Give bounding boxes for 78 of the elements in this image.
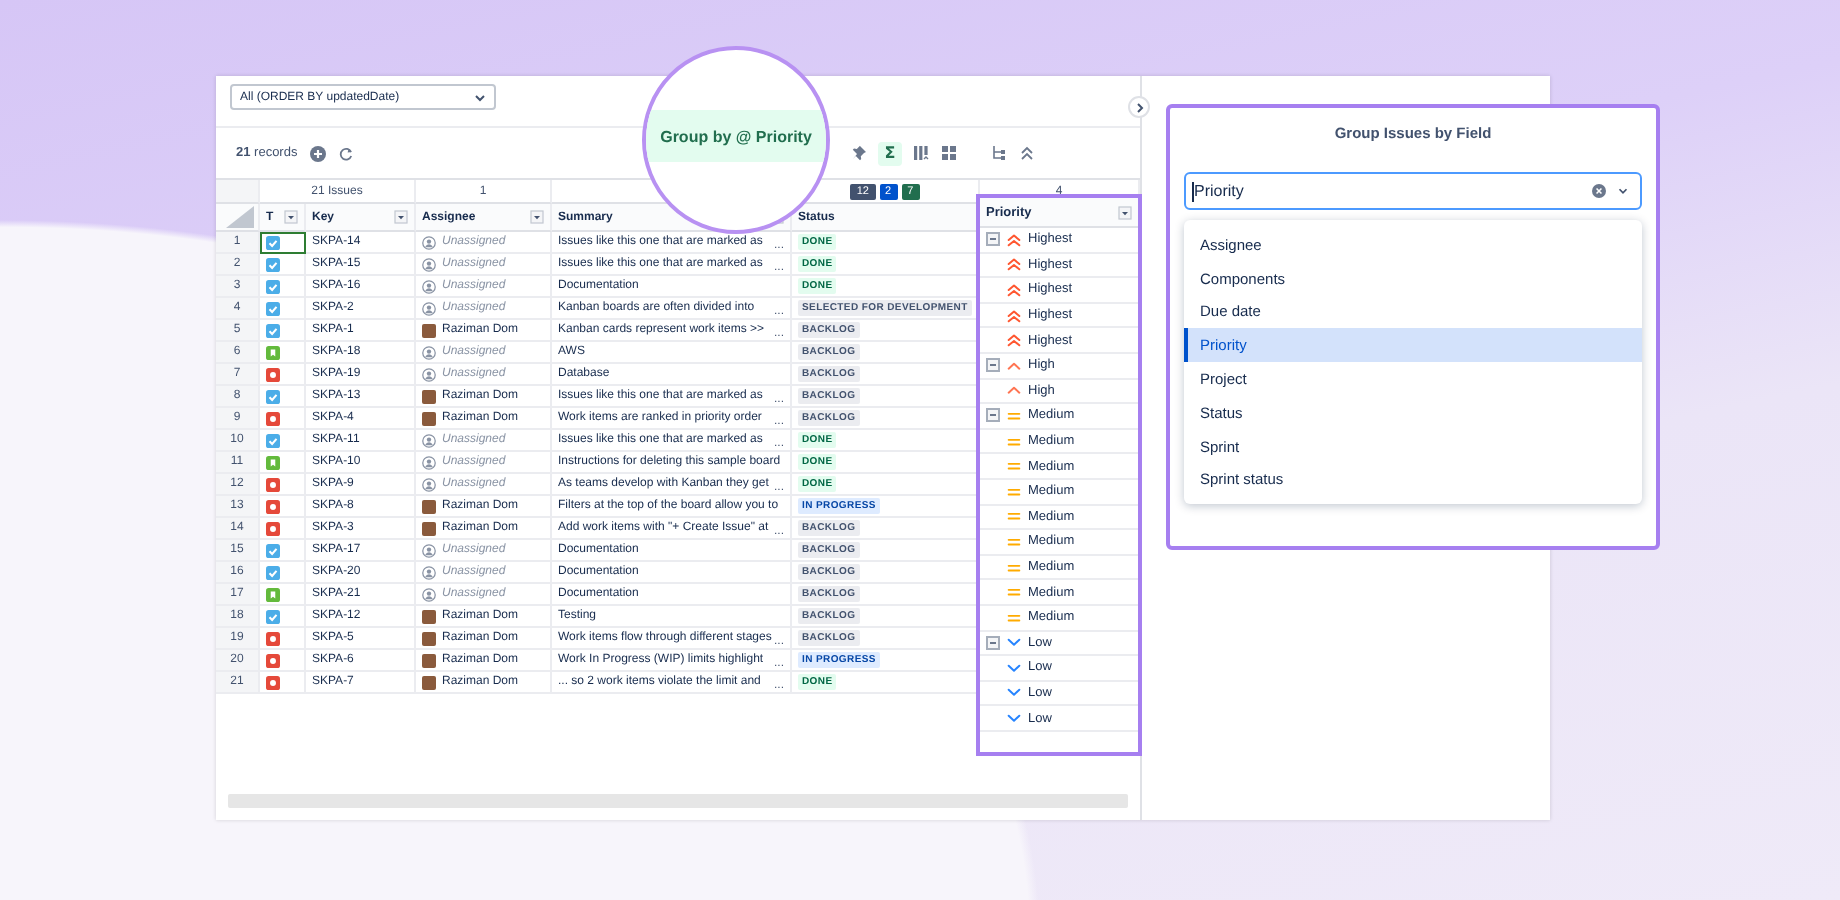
type-cell[interactable] [260,474,306,496]
double-chevron-up-icon [1006,332,1022,349]
type-cell[interactable] [260,408,306,430]
pin-icon [850,144,868,162]
refresh-icon [337,145,354,161]
bug-icon [266,631,280,645]
caret-icon [1118,205,1132,219]
equals-icon [1006,433,1022,450]
collapse-toggle[interactable] [986,408,1000,423]
add-circle-icon [309,145,326,161]
type-cell[interactable] [260,342,306,364]
collapse-button[interactable] [1128,96,1150,118]
select-all-corner-icon [222,206,254,228]
equals-icon [1006,458,1022,475]
checkbox-task-icon [266,565,280,579]
bug-icon [266,675,280,689]
bookmark-icon [266,455,280,469]
checkbox-task-icon [266,235,280,249]
double-chevron-up-icon [1006,307,1022,324]
group-by-button[interactable]: Group by @ Priority [646,110,826,162]
collapse-toggle[interactable] [986,635,1000,650]
grid-icon [940,144,958,162]
checkbox-task-icon [266,323,280,337]
checkbox-task-icon [266,301,280,315]
type-cell[interactable] [260,672,306,694]
type-cell[interactable] [260,496,306,518]
bug-icon [266,521,280,535]
type-cell[interactable] [260,254,306,276]
bug-icon [266,477,280,491]
checkbox-task-icon [266,433,280,447]
sum-button[interactable]: Σ [878,141,902,165]
bookmark-icon [266,345,280,359]
bug-icon [266,411,280,425]
equals-icon [1006,533,1022,550]
equals-icon [1006,407,1022,424]
bug-icon [266,367,280,381]
chevron-down-icon [1616,184,1630,198]
type-cell[interactable] [260,298,306,320]
type-cell[interactable] [260,386,306,408]
clear-icon [1592,184,1606,198]
type-cell[interactable] [260,584,306,606]
bookmark-icon [266,587,280,601]
equals-icon [1006,559,1022,576]
type-cell[interactable] [260,562,306,584]
checkbox-task-icon [266,389,280,403]
chevron-right-icon [1133,101,1145,113]
equals-icon [1006,508,1022,525]
type-cell[interactable] [260,540,306,562]
select-all-cell[interactable] [216,204,260,232]
collapse-toggle[interactable] [986,358,1000,373]
collapse-toggle[interactable] [986,232,1000,247]
checkbox-task-icon [266,257,280,271]
columns-icon [912,144,930,162]
double-chevron-up-icon [1006,256,1022,273]
type-cell[interactable] [260,628,306,650]
equals-icon [1006,584,1022,601]
chevron-down-icon [474,91,486,103]
double-chevron-up-icon [1018,144,1036,162]
equals-icon [1006,609,1022,626]
group-field-select[interactable]: Priority [1184,172,1642,210]
bug-icon [266,499,280,513]
tree-icon [990,144,1008,162]
type-cell[interactable] [260,650,306,672]
equals-icon [1006,483,1022,500]
checkbox-task-icon [266,609,280,623]
bug-icon [266,653,280,667]
type-cell[interactable] [260,518,306,540]
checkbox-task-icon [266,543,280,557]
checkbox-task-icon [266,279,280,293]
type-cell[interactable] [260,452,306,474]
type-cell[interactable] [260,364,306,386]
type-cell[interactable] [260,430,306,452]
type-cell[interactable] [260,606,306,628]
double-chevron-up-icon [1006,281,1022,298]
type-cell[interactable] [260,232,306,254]
type-cell[interactable] [260,320,306,342]
double-chevron-up-icon [1006,231,1022,248]
type-cell[interactable] [260,276,306,298]
